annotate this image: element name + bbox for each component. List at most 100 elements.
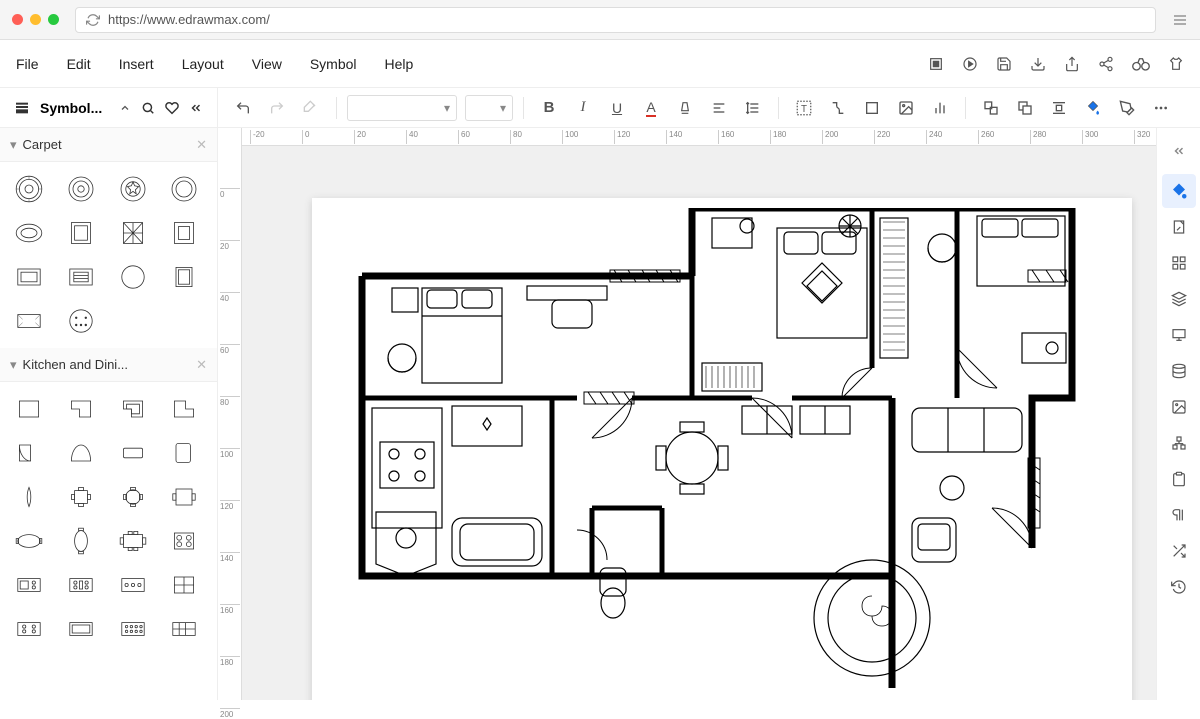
carpet-shape[interactable] [8,302,50,340]
chevron-up-icon[interactable] [119,102,131,114]
image-button[interactable] [891,93,921,123]
line-color-button[interactable] [1112,93,1142,123]
chevrons-left-icon[interactable] [189,101,203,115]
menu-file[interactable]: File [16,56,39,72]
export-icon[interactable] [1064,56,1080,72]
kitchen-shape[interactable] [60,390,102,428]
kitchen-shape[interactable] [8,478,50,516]
underline-button[interactable]: U [602,93,632,123]
grid-button[interactable] [1162,246,1196,280]
minimize-window-button[interactable] [30,14,41,25]
format-painter-button[interactable] [296,93,326,123]
kitchen-shape[interactable] [163,478,205,516]
kitchen-shape[interactable] [112,610,154,648]
carpet-shape[interactable] [112,258,154,296]
menu-view[interactable]: View [252,56,282,72]
presentation-button[interactable] [1162,318,1196,352]
download-icon[interactable] [1030,56,1046,72]
share-icon[interactable] [1098,56,1114,72]
address-bar[interactable]: https://www.edrawmax.com/ [75,7,1156,33]
kitchen-shape[interactable] [60,434,102,472]
kitchen-shape[interactable] [8,566,50,604]
carpet-shape[interactable] [60,258,102,296]
layers-button[interactable] [1162,282,1196,316]
font-family-select[interactable]: ▾ [347,95,457,121]
search-icon[interactable] [141,101,155,115]
carpet-shape[interactable] [8,258,50,296]
sitemap-button[interactable] [1162,426,1196,460]
menu-edit[interactable]: Edit [67,56,91,72]
kitchen-shape[interactable] [112,478,154,516]
group-button[interactable] [976,93,1006,123]
image-panel-button[interactable] [1162,390,1196,424]
kitchen-shape[interactable] [163,610,205,648]
save-icon[interactable] [996,56,1012,72]
close-window-button[interactable] [12,14,23,25]
shape-button[interactable] [857,93,887,123]
page-setup-button[interactable] [1162,210,1196,244]
panel-header-carpet[interactable]: ▾ Carpet ✕ [0,128,217,162]
bold-button[interactable]: B [534,93,564,123]
history-button[interactable] [1162,570,1196,604]
shuffle-button[interactable] [1162,534,1196,568]
canvas-page[interactable] [312,198,1132,700]
paragraph-button[interactable] [1162,498,1196,532]
menu-help[interactable]: Help [385,56,414,72]
text-highlight-button[interactable] [670,93,700,123]
carpet-shape[interactable] [8,214,50,252]
kitchen-shape[interactable] [8,434,50,472]
close-panel-icon[interactable]: ✕ [196,137,207,153]
menu-symbol[interactable]: Symbol [310,56,357,72]
carpet-shape[interactable] [163,258,205,296]
panel-header-kitchen[interactable]: ▾ Kitchen and Dini... ✕ [0,348,217,382]
kitchen-shape[interactable] [60,522,102,560]
fill-button[interactable] [1078,93,1108,123]
font-color-button[interactable]: A [636,93,666,123]
play-icon[interactable] [962,56,978,72]
carpet-shape[interactable] [112,214,154,252]
database-button[interactable] [1162,354,1196,388]
fullscreen-icon[interactable] [928,56,944,72]
align-button[interactable] [704,93,734,123]
kitchen-shape[interactable] [112,434,154,472]
distribute-button[interactable] [1044,93,1074,123]
kitchen-shape[interactable] [163,390,205,428]
kitchen-shape[interactable] [60,478,102,516]
kitchen-shape[interactable] [112,390,154,428]
floor-plan-drawing[interactable] [352,208,1092,688]
carpet-shape[interactable] [8,170,50,208]
kitchen-shape[interactable] [8,610,50,648]
maximize-window-button[interactable] [48,14,59,25]
chart-button[interactable] [925,93,955,123]
carpet-shape[interactable] [112,170,154,208]
tshirt-icon[interactable] [1168,56,1184,72]
browser-menu-icon[interactable] [1172,12,1188,28]
heart-icon[interactable] [165,101,179,115]
menu-layout[interactable]: Layout [182,56,224,72]
text-tool-button[interactable]: T [789,93,819,123]
undo-button[interactable] [228,93,258,123]
close-panel-icon[interactable]: ✕ [196,357,207,373]
line-spacing-button[interactable] [738,93,768,123]
arrange-button[interactable] [1010,93,1040,123]
kitchen-shape[interactable] [163,434,205,472]
kitchen-shape[interactable] [60,610,102,648]
connector-button[interactable] [823,93,853,123]
redo-button[interactable] [262,93,292,123]
kitchen-shape[interactable] [112,522,154,560]
theme-button[interactable] [1162,174,1196,208]
font-size-select[interactable]: ▾ [465,95,513,121]
kitchen-shape[interactable] [60,566,102,604]
menu-insert[interactable]: Insert [119,56,154,72]
kitchen-shape[interactable] [163,566,205,604]
clipboard-button[interactable] [1162,462,1196,496]
carpet-shape[interactable] [60,302,102,340]
italic-button[interactable]: I [568,93,598,123]
carpet-shape[interactable] [163,214,205,252]
carpet-shape[interactable] [163,170,205,208]
library-icon[interactable] [14,100,30,116]
carpet-shape[interactable] [60,214,102,252]
kitchen-shape[interactable] [8,522,50,560]
more-button[interactable] [1146,93,1176,123]
kitchen-shape[interactable] [163,522,205,560]
